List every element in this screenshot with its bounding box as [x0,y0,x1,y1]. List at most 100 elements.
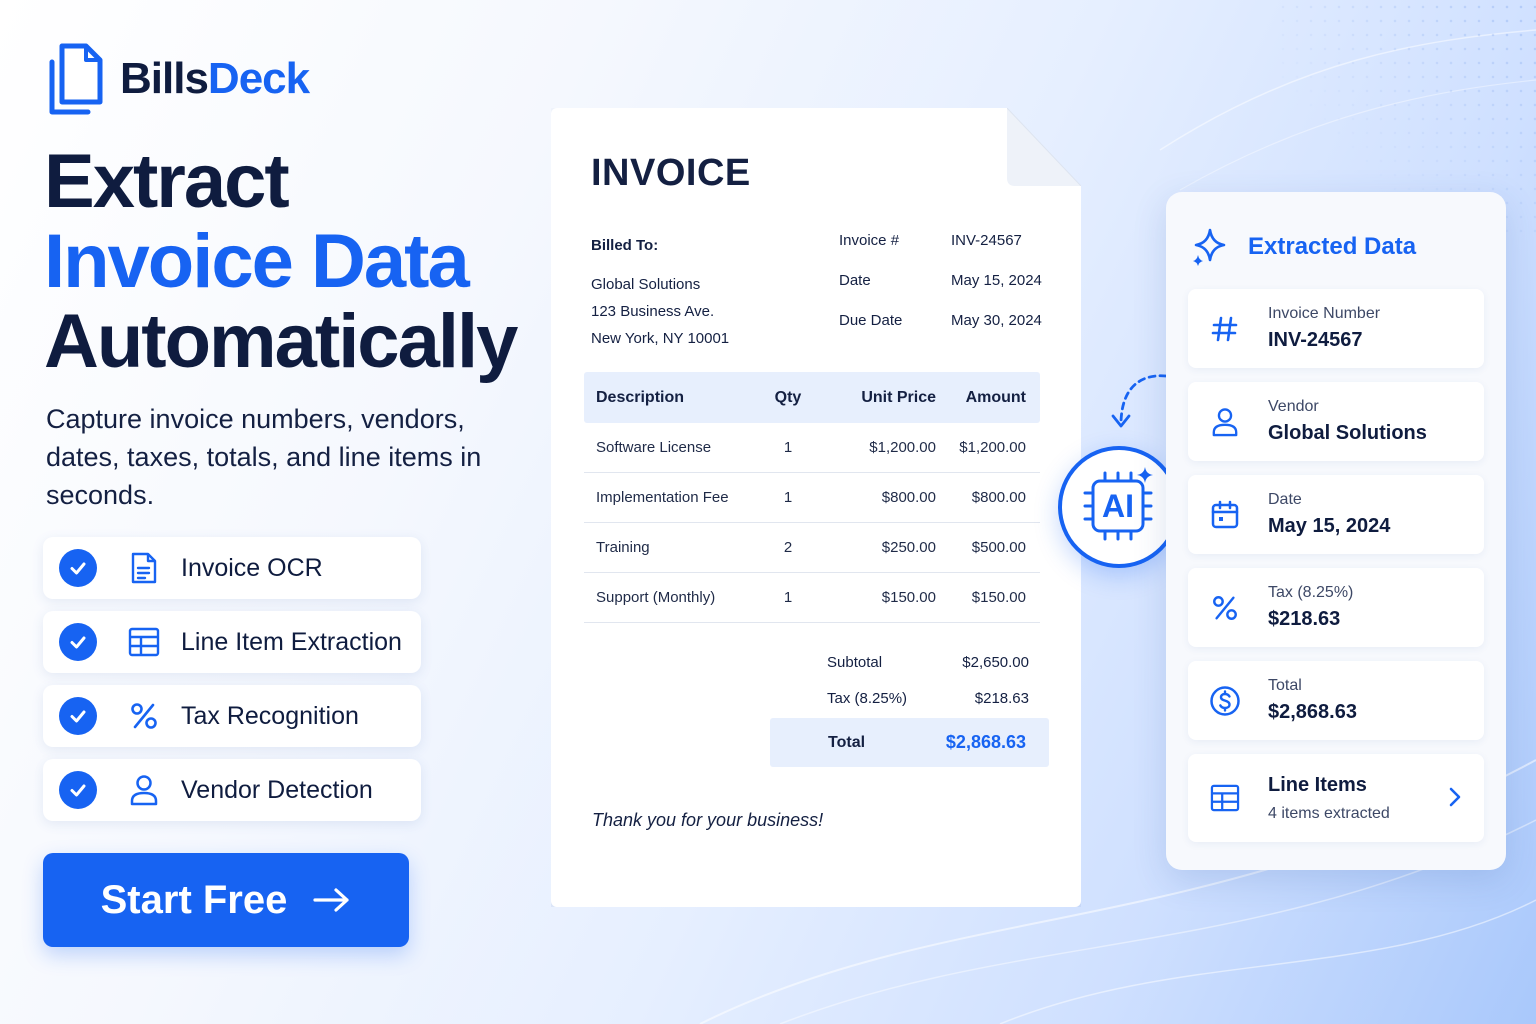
billed-to-street: 123 Business Ave. [591,303,715,320]
user-icon [127,773,161,807]
dashed-arrow-icon [1111,374,1168,428]
invoice-document: INVOICE Billed To: Global Solutions 123 … [551,108,1081,907]
feature-label: Invoice OCR [181,553,323,582]
billed-to-city: New York, NY 10001 [591,330,730,347]
meta-value: INV-24567 [951,232,1022,249]
hash-icon [1208,312,1242,346]
table-row: Support (Monthly) 1 $150.00 $150.00 [584,573,1040,623]
item-description: Implementation Fee [596,489,729,506]
column-unit-price: Unit Price [861,388,936,406]
meta-label: Date [839,272,871,289]
check-icon [59,697,97,735]
field-label: Vendor [1268,398,1319,415]
line-items-table: Description Qty Unit Price Amount Softwa… [584,372,1040,623]
line-items-label: Line Items [1268,773,1367,796]
field-vendor: Vendor Global Solutions [1188,382,1484,461]
item-unit-price: $1,200.00 [869,439,936,456]
extracted-fields: Invoice Number INV-24567 Vendor Global Sol… [1188,289,1484,856]
meta-value: May 15, 2024 [951,272,1042,289]
item-unit-price: $250.00 [881,539,936,556]
field-value: Global Solutions [1268,422,1427,444]
table-header: Description Qty Unit Price Amount [584,372,1040,423]
field-value: $218.63 [1268,608,1341,630]
ai-badge-text: AI [1102,488,1134,524]
tax-value: $218.63 [974,689,1029,707]
tax-label: Tax (8.25%) [827,689,908,707]
total-row: Total $2,868.63 [770,718,1049,767]
column-amount: Amount [965,388,1026,406]
hero-headline: Extract Invoice Data Automatically [44,142,518,384]
field-tax: Tax (8.25%) $218.63 [1188,568,1484,647]
page-fold-corner [1007,108,1081,186]
extracted-data-panel: Extracted Data Invoice Number INV-24567 V… [1166,192,1506,870]
field-total: Total $2,868.63 [1188,661,1484,740]
feature-label: Vendor Detection [181,775,373,804]
field-value: May 15, 2024 [1268,515,1391,537]
calendar-icon [1208,498,1242,532]
column-description: Description [596,388,685,406]
hero-line-3: Automatically [44,299,518,384]
field-label: Date [1268,491,1302,508]
field-invoice-number: Invoice Number INV-24567 [1188,289,1484,368]
line-items-count: 4 items extracted [1268,804,1390,822]
table-row: Training 2 $250.00 $500.00 [584,523,1040,573]
start-free-label: Start Free [100,877,288,922]
invoice-due-date-row: Due Date May 30, 2024 [839,312,1042,352]
total-value: $2,868.63 [945,732,1026,752]
billed-to-label: Billed To: [591,237,659,254]
ai-chip-icon: AI [1079,467,1159,547]
check-icon [59,623,97,661]
percent-icon [127,699,161,733]
item-description: Support (Monthly) [596,589,716,606]
item-amount: $150.00 [971,589,1026,606]
invoice-number-row: Invoice # INV-24567 [839,232,1042,272]
panel-title: Extracted Data [1248,233,1417,260]
field-date: Date May 15, 2024 [1188,475,1484,554]
item-qty: 2 [783,539,793,556]
chevron-right-icon [1449,787,1461,807]
document-icon [127,551,161,585]
hero-line-2: Invoice Data [44,219,470,304]
user-icon [1208,405,1242,439]
brand-name: BillsDeck [120,54,310,104]
feature-vendor-detection: Vendor Detection [43,759,421,821]
table-icon [1208,781,1242,815]
subtotal-label: Subtotal [827,653,883,671]
meta-label: Invoice # [839,232,900,249]
subtotal-value: $2,650.00 [962,653,1029,671]
line-items-link[interactable]: Line Items 4 items extracted [1188,754,1484,842]
check-icon [59,771,97,809]
table-row: Implementation Fee 1 $800.00 $800.00 [584,473,1040,523]
ai-badge: AI [1058,446,1180,568]
feature-invoice-ocr: Invoice OCR [43,537,421,599]
field-value: $2,868.63 [1268,701,1357,723]
hero-subtitle: Capture invoice numbers, vendors, dates,… [46,404,482,510]
tax-row: Tax (8.25%) $218.63 [827,680,1029,716]
meta-label: Due Date [839,312,903,329]
item-qty: 1 [783,489,793,506]
percent-icon [1208,591,1242,625]
item-amount: $1,200.00 [959,439,1026,456]
sparkle-icon [1193,228,1226,266]
thank-you-note: Thank you for your business! [592,810,824,830]
panel-header: Extracted Data [1192,228,1416,266]
table-icon [127,625,161,659]
field-label: Tax (8.25%) [1268,584,1354,601]
billed-to-name: Global Solutions [591,276,701,293]
item-qty: 1 [783,439,793,456]
field-label: Invoice Number [1268,305,1381,322]
field-value: INV-24567 [1268,329,1363,351]
item-amount: $800.00 [971,489,1026,506]
brand-logo[interactable]: BillsDeck [48,42,310,116]
feature-list: Invoice OCR Line Item Extraction Tax Rec… [43,537,421,833]
start-free-button[interactable]: Start Free [43,853,409,947]
item-description: Software License [596,439,712,456]
item-qty: 1 [783,589,793,606]
subtotal-row: Subtotal $2,650.00 [827,644,1029,680]
brand-name-part1: Bills [120,54,209,103]
item-description: Training [596,539,650,556]
invoice-meta: Invoice # INV-24567 Date May 15, 2024 Due … [839,232,1042,352]
feature-tax-recognition: Tax Recognition [43,685,421,747]
arrow-right-icon [313,888,349,912]
item-unit-price: $800.00 [881,489,936,506]
